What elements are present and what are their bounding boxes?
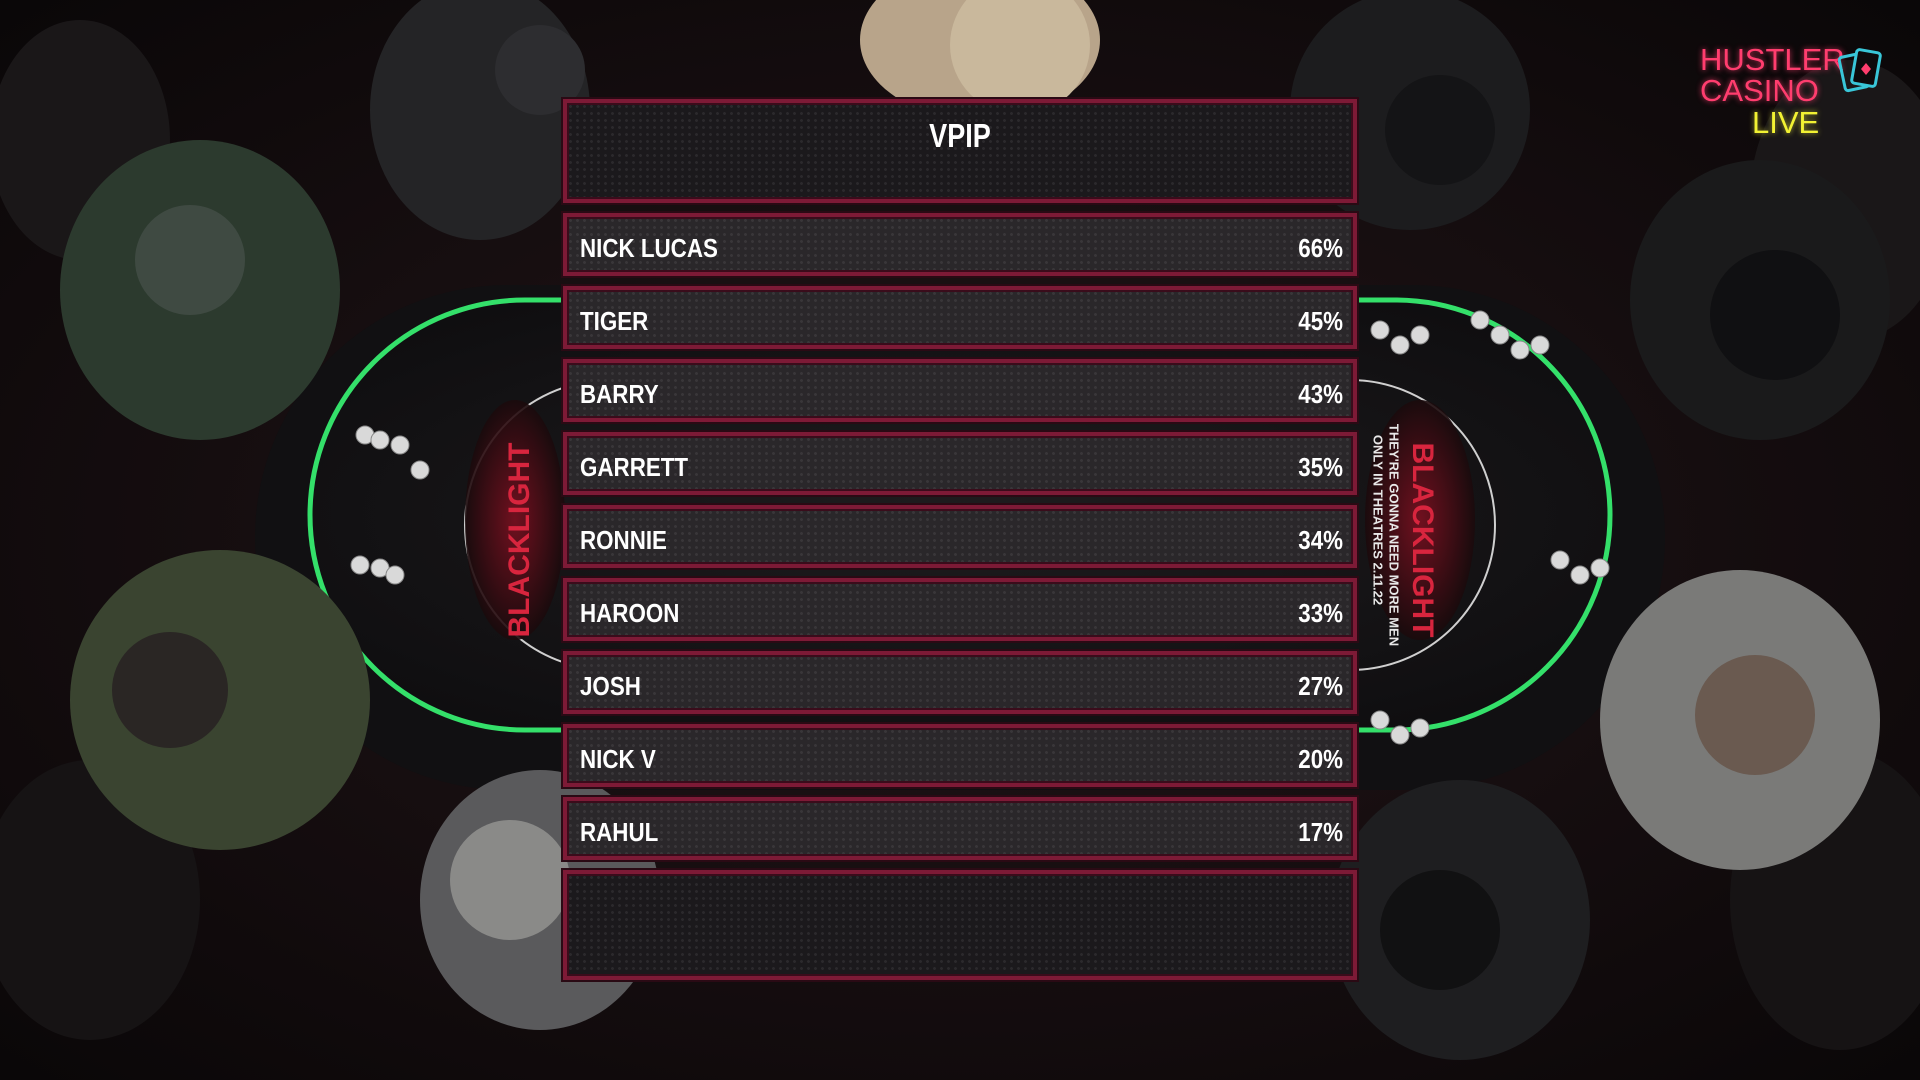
table-branding-right: BLACKLIGHT: [1406, 442, 1439, 638]
player-name: NICK LUCAS: [580, 233, 718, 263]
player-name: RAHUL: [580, 817, 659, 847]
player-vpip-value: 35%: [1298, 452, 1343, 482]
player-row: RONNIE 34%: [563, 505, 1357, 568]
player-row: NICK LUCAS 66%: [563, 213, 1357, 276]
player-vpip-value: 17%: [1298, 817, 1343, 847]
player-row: HAROON 33%: [563, 578, 1357, 641]
logo-line-live: LIVE: [1752, 105, 1820, 140]
player-row: NICK V 20%: [563, 724, 1357, 787]
stat-title: VPIP: [929, 117, 991, 154]
player-row: TIGER 45%: [563, 286, 1357, 349]
player-name: HAROON: [580, 598, 680, 628]
player-vpip-value: 43%: [1298, 379, 1343, 409]
player-name: NICK V: [580, 744, 656, 774]
player-vpip-value: 45%: [1298, 306, 1343, 336]
player-name: TIGER: [580, 306, 649, 336]
player-name: JOSH: [580, 671, 641, 701]
player-row: RAHUL 17%: [563, 797, 1357, 860]
player-vpip-value: 33%: [1298, 598, 1343, 628]
player-vpip-value: 20%: [1298, 744, 1343, 774]
table-branding-left: BLACKLIGHT: [503, 442, 536, 638]
stats-footer: [563, 870, 1357, 980]
hustler-casino-live-logo: HUSTLER CASINO LIVE: [1700, 44, 1890, 144]
player-row: JOSH 27%: [563, 651, 1357, 714]
player-row: BARRY 43%: [563, 359, 1357, 422]
player-vpip-value: 66%: [1298, 233, 1343, 263]
stats-header: VPIP: [563, 99, 1357, 203]
table-tagline-1: THEY'RE GONNA NEED MORE MEN: [1386, 423, 1402, 647]
player-vpip-value: 27%: [1298, 671, 1343, 701]
vpip-stats-panel: VPIP NICK LUCAS 66% TIGER 45% BARRY 43% …: [563, 99, 1357, 980]
player-name: RONNIE: [580, 525, 667, 555]
player-name: GARRETT: [580, 452, 689, 482]
table-tagline-2: ONLY IN THEATRES 2.11.22: [1370, 434, 1386, 606]
player-row: GARRETT 35%: [563, 432, 1357, 495]
player-vpip-value: 34%: [1298, 525, 1343, 555]
playing-cards-icon: [1838, 48, 1882, 93]
player-name: BARRY: [580, 379, 659, 409]
